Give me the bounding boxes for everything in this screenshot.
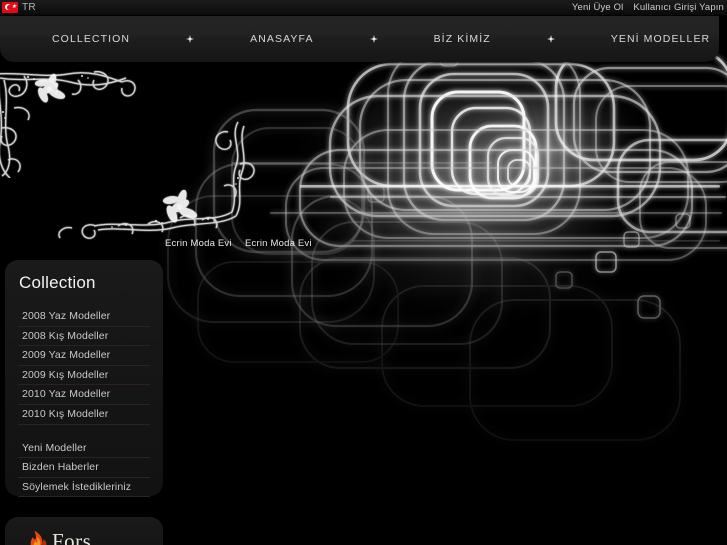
sidebar-item-bizden-haberler[interactable]: Bizden Haberler [18,458,150,478]
list-item: Söylemek İstedikleriniz [18,478,150,498]
sponsor-logo[interactable]: Fors [27,531,91,545]
collection-sidebar-panel: Collection 2008 Yaz Modeller 2008 Kış Mo… [5,260,163,498]
page-title: Collection [19,273,96,292]
page-root: ★ TR Yeni Üye Ol Kullanıcı Girişi Yapın … [0,0,727,545]
nav-item-collection[interactable]: COLLECTION [52,30,130,48]
list-item: 2008 Kış Modeller [18,327,150,347]
bottom-sponsor-panel: Fors [5,517,163,545]
collection-list: 2008 Yaz Modeller 2008 Kış Modeller 2009… [5,307,163,425]
sidebar-item-2010-kis[interactable]: 2010 Kış Modeller [18,405,150,425]
hero-caption-left: Ecrin Moda Evi [165,238,232,249]
diamond-star-separator-icon [369,35,378,43]
nav-item-yeni-modeller[interactable]: YENİ MODELLER [611,30,711,48]
language-label: TR [22,1,36,13]
sidebar-item-yeni-modeller[interactable]: Yeni Modeller [18,439,150,459]
list-item: 2010 Kış Modeller [18,405,150,425]
list-item: 2010 Yaz Modeller [18,385,150,405]
sidebar-item-2008-yaz[interactable]: 2008 Yaz Modeller [18,307,150,327]
register-link[interactable]: Yeni Üye Ol [572,2,623,14]
flame-logo-icon [30,531,47,545]
list-item: 2009 Kış Modeller [18,366,150,386]
top-links: Yeni Üye Ol Kullanıcı Girişi Yapın [572,2,727,14]
list-item: Yeni Modeller [18,439,150,459]
list-item: Bizden Haberler [18,458,150,478]
list-item: 2008 Yaz Modeller [18,307,150,327]
sidebar-item-2008-kis[interactable]: 2008 Kış Modeller [18,327,150,347]
list-item: 2009 Yaz Modeller [18,346,150,366]
sidebar-item-soylemek-istedikleriniz[interactable]: Söylemek İstedikleriniz [18,478,150,498]
main-navigation-bar: COLLECTION ANASAYFA BİZ KİMİZ YENİ MODEL… [0,16,719,62]
secondary-list: Yeni Modeller Bizden Haberler Söylemek İ… [5,439,163,498]
top-utility-bar: ★ TR Yeni Üye Ol Kullanıcı Girişi Yapın [0,0,727,15]
list-divider-gap [5,425,163,439]
diamond-star-separator-icon [546,35,555,43]
sidebar-item-2010-yaz[interactable]: 2010 Yaz Modeller [18,385,150,405]
sidebar-item-2009-kis[interactable]: 2009 Kış Modeller [18,366,150,386]
turkish-flag-icon: ★ [2,2,18,13]
nav-item-anasayfa[interactable]: ANASAYFA [250,30,313,48]
language-selector[interactable]: ★ TR [0,2,36,14]
nav-item-biz-kimiz[interactable]: BİZ KİMİZ [434,30,491,48]
floral-flourish-ornament-center [58,121,255,239]
floral-flourish-ornament-top [0,71,136,178]
sidebar-item-2009-yaz[interactable]: 2009 Yaz Modeller [18,346,150,366]
login-link[interactable]: Kullanıcı Girişi Yapın [633,2,724,14]
hero-caption-right: Ecrin Moda Evi [245,238,312,249]
sponsor-logo-text: Fors [52,529,92,545]
diamond-star-separator-icon [186,35,195,43]
